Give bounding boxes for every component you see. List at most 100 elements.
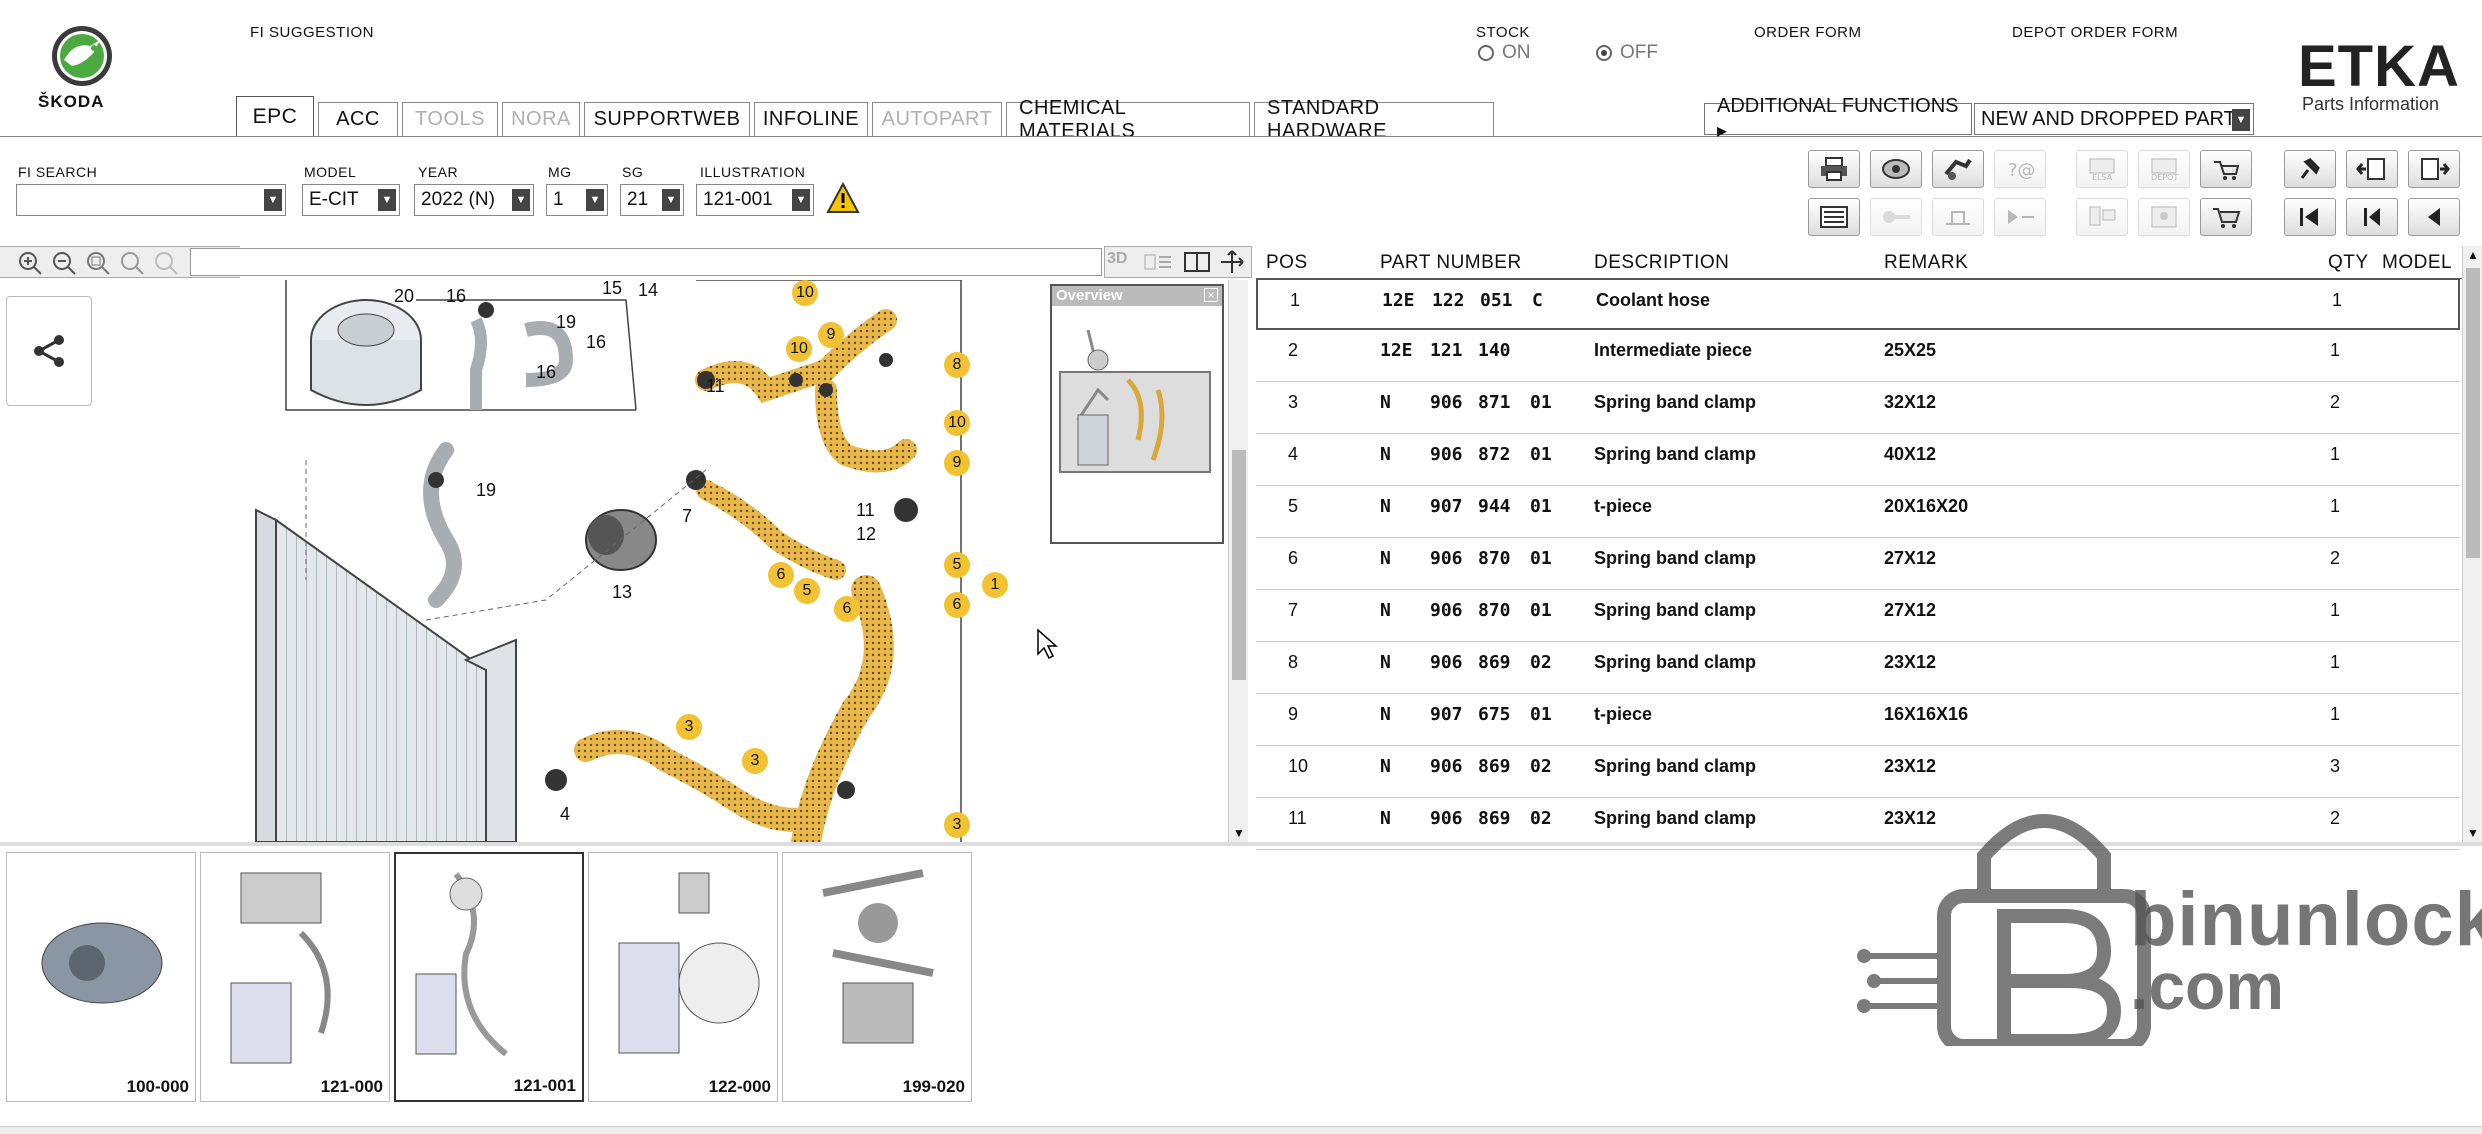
callout-label[interactable]: 9 — [944, 450, 970, 476]
table-row[interactable]: 5 N 907 944 01 t-piece 20X16X20 1 — [1256, 486, 2460, 538]
print-button[interactable] — [1808, 150, 1860, 188]
scan-button[interactable] — [1870, 150, 1922, 188]
col-description[interactable]: DESCRIPTION — [1594, 252, 1729, 274]
stock-on-radio[interactable]: ON — [1478, 42, 1531, 64]
tab-acc[interactable]: ACC — [318, 102, 398, 136]
zoom-reset-button[interactable] — [152, 249, 180, 277]
warning-icon[interactable] — [826, 182, 860, 214]
tab-infoline[interactable]: INFOLINE — [754, 102, 868, 136]
tab-epc[interactable]: EPC — [236, 96, 314, 137]
callout-label[interactable]: 11 — [856, 500, 875, 521]
callout-label[interactable]: 19 — [476, 480, 496, 501]
tab-standard-hardware[interactable]: STANDARD HARDWARE — [1254, 97, 1494, 142]
move-icon[interactable] — [1217, 249, 1247, 275]
table-row[interactable]: 1 12E 122 051 C Coolant hose 1 — [1256, 278, 2460, 330]
close-icon[interactable]: × — [1204, 288, 1218, 302]
scroll-thumb[interactable] — [2466, 268, 2480, 558]
col-model[interactable]: MODEL — [2382, 252, 2452, 274]
thumbnail-100-000[interactable]: 100-000 — [6, 852, 196, 1102]
tab-tools[interactable]: TOOLS — [402, 102, 498, 136]
callout-label[interactable]: 5 — [944, 552, 970, 578]
additional-functions-button[interactable]: ADDITIONAL FUNCTIONS ▸ — [1704, 95, 1972, 142]
depot-button[interactable]: DEPOT — [2138, 150, 2190, 188]
first-button[interactable] — [2284, 198, 2336, 236]
callout-label[interactable]: 20 — [394, 286, 414, 307]
scroll-up-icon[interactable]: ▲ — [2467, 248, 2479, 262]
table-row[interactable]: 10 N 906 869 02 Spring band clamp 23X12 3 — [1256, 746, 2460, 798]
zoom-area-button[interactable] — [118, 249, 146, 277]
thumbnail-199-020[interactable]: 199-020 — [782, 852, 972, 1102]
callout-label[interactable]: 14 — [638, 280, 658, 301]
tab-supportweb[interactable]: SUPPORTWEB — [584, 102, 750, 136]
callout-label[interactable]: 16 — [536, 362, 556, 383]
prev-page-button[interactable] — [2346, 150, 2398, 188]
table-row[interactable]: 4 N 906 872 01 Spring band clamp 40X12 1 — [1256, 434, 2460, 486]
split-view-icon[interactable] — [1143, 251, 1173, 273]
scroll-thumb[interactable] — [1232, 450, 1246, 680]
callout-label[interactable]: 5 — [794, 578, 820, 604]
table-row[interactable]: 3 N 906 871 01 Spring band clamp 32X12 2 — [1256, 382, 2460, 434]
callout-label[interactable]: 13 — [612, 582, 632, 603]
callout-label[interactable]: 9 — [818, 322, 844, 348]
year-select[interactable]: 2022 (N) ▼ — [414, 184, 534, 216]
col-remark[interactable]: REMARK — [1884, 252, 1968, 274]
callout-label[interactable]: 10 — [786, 336, 812, 362]
illustration-path-field[interactable] — [190, 248, 1102, 276]
callout-label[interactable]: 16 — [446, 286, 466, 307]
callout-label[interactable]: 1 — [982, 572, 1008, 598]
stock-button[interactable] — [1932, 198, 1984, 236]
callout-label[interactable]: 6 — [944, 592, 970, 618]
thumbnail-122-000[interactable]: 122-000 — [588, 852, 778, 1102]
exploded-view-drawing[interactable]: 20 16 15 14 19 16 16 19 13 7 11 10 9 10 8 10 9 11 12 5 1 6 6 5 6… — [6, 280, 1228, 842]
mg-select[interactable]: 1 ▼ — [546, 184, 608, 216]
zoom-fit-button[interactable] — [84, 249, 112, 277]
tab-chemical-materials[interactable]: CHEMICAL MATERIALS — [1006, 97, 1250, 142]
sg-select[interactable]: 21 ▼ — [620, 184, 684, 216]
callout-label[interactable]: 15 — [602, 280, 622, 299]
scroll-down-icon[interactable]: ▼ — [1233, 826, 1245, 840]
callout-label[interactable]: 3 — [742, 748, 768, 774]
depot-link-button[interactable] — [2138, 198, 2190, 236]
model-select[interactable]: E-CIT ▼ — [302, 184, 400, 216]
col-pos[interactable]: POS — [1266, 252, 1308, 274]
tab-nora[interactable]: NORA — [502, 102, 580, 136]
table-row[interactable]: 7 N 906 870 01 Spring band clamp 27X12 1 — [1256, 590, 2460, 642]
thumbnail-121-000[interactable]: 121-000 — [200, 852, 390, 1102]
stock-off-radio[interactable]: OFF — [1596, 42, 1658, 64]
3d-view-icon[interactable]: 3D — [1107, 250, 1139, 274]
overview-panel[interactable]: Overview × — [1050, 284, 1224, 544]
play-button[interactable] — [1994, 198, 2046, 236]
share-button[interactable] — [6, 296, 92, 406]
callout-label[interactable]: 3 — [944, 812, 970, 838]
callout-label[interactable]: 3 — [676, 714, 702, 740]
cart-button[interactable] — [2200, 198, 2252, 236]
illustration-select[interactable]: 121-001 ▼ — [696, 184, 814, 216]
elsa-link-button[interactable] — [2076, 198, 2128, 236]
table-row[interactable]: 9 N 907 675 01 t-piece 16X16X16 1 — [1256, 694, 2460, 746]
list-view-button[interactable] — [1808, 198, 1860, 236]
back-button[interactable] — [2408, 198, 2460, 236]
elsa-button[interactable]: ELSA — [2076, 150, 2128, 188]
drawing-scrollbar[interactable]: ▼ — [1228, 280, 1248, 842]
callout-label[interactable]: 19 — [556, 312, 576, 333]
callout-label[interactable]: 10 — [792, 280, 818, 306]
callout-label[interactable]: 4 — [560, 804, 570, 825]
previous-button[interactable] — [2346, 198, 2398, 236]
depot-order-form-link[interactable]: DEPOT ORDER FORM — [2012, 24, 2178, 41]
thumbnail-121-001[interactable]: 121-001 — [394, 852, 584, 1102]
transfer-cart-button[interactable] — [2200, 150, 2252, 188]
key-button[interactable] — [1870, 198, 1922, 236]
col-part-number[interactable]: PART NUMBER — [1380, 252, 1522, 274]
window-icon[interactable] — [1183, 251, 1211, 273]
col-qty[interactable]: QTY — [2328, 252, 2369, 274]
callout-label[interactable]: 11 — [706, 376, 725, 397]
next-page-button[interactable] — [2408, 150, 2460, 188]
callout-label[interactable]: 12 — [856, 524, 876, 545]
help-button[interactable]: ?@ — [1994, 150, 2046, 188]
pin-button[interactable] — [2284, 150, 2336, 188]
callout-label[interactable]: 6 — [834, 596, 860, 622]
fi-search-select[interactable]: ▼ — [16, 184, 286, 216]
callout-label[interactable]: 8 — [944, 352, 970, 378]
new-dropped-part-select[interactable]: NEW AND DROPPED PART ▼ — [1974, 103, 2254, 135]
callout-label[interactable]: 6 — [768, 562, 794, 588]
